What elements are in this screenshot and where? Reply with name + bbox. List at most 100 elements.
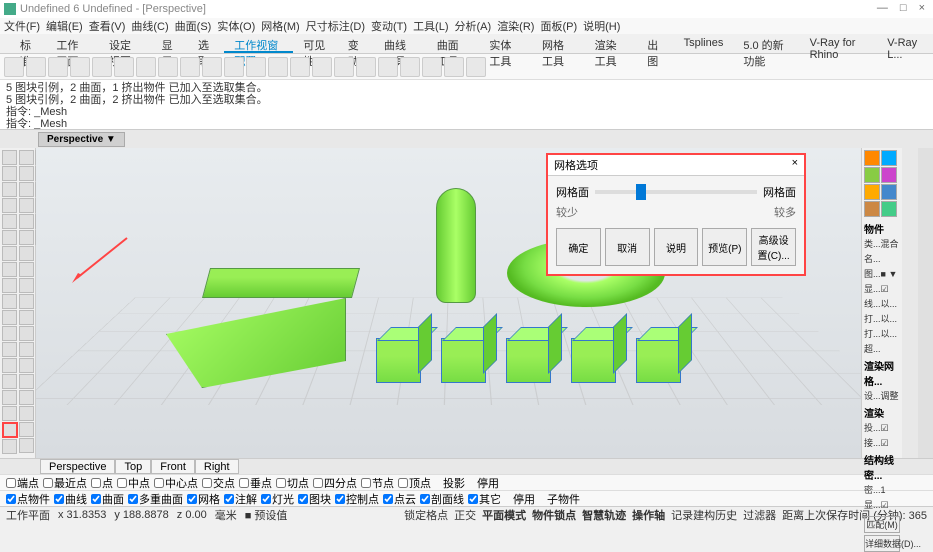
tool-button[interactable]	[19, 422, 34, 437]
osnap-checkbox[interactable]	[91, 494, 101, 504]
cube-object[interactable]	[376, 338, 421, 383]
viewport-tab[interactable]: Perspective	[40, 459, 115, 474]
osnap-checkbox[interactable]	[224, 494, 234, 504]
tool-icon[interactable]	[400, 57, 420, 77]
toolbar-tab[interactable]: V-Ray for Rhino	[800, 34, 878, 53]
osnap-item[interactable]: 端点	[6, 475, 39, 491]
tool-button[interactable]	[19, 310, 34, 325]
property-row[interactable]: 图...■ ▼	[864, 266, 900, 281]
side-tab-1[interactable]	[902, 148, 918, 458]
toolbar-tab[interactable]: 曲线工具	[374, 34, 427, 53]
box-object[interactable]	[202, 268, 360, 298]
minimize-button[interactable]: —	[877, 2, 888, 14]
tool-icon[interactable]	[202, 57, 222, 77]
tool-button[interactable]	[2, 150, 17, 165]
osnap-checkbox[interactable]	[468, 494, 478, 504]
tool-button[interactable]	[19, 182, 34, 197]
property-row[interactable]: 打...以...	[864, 311, 900, 326]
cube-object[interactable]	[571, 338, 616, 383]
property-row[interactable]: 显...☑	[864, 497, 900, 512]
menu-item[interactable]: 分析(A)	[455, 18, 492, 34]
osnap-item[interactable]: 点云	[383, 491, 416, 507]
toolbar-tab[interactable]: 设定视图	[99, 34, 152, 53]
menu-item[interactable]: 文件(F)	[4, 18, 40, 34]
tool-button[interactable]	[2, 262, 17, 277]
tool-button[interactable]	[19, 166, 34, 181]
tool-button[interactable]	[2, 246, 17, 261]
osnap-item[interactable]: 最近点	[43, 475, 87, 491]
details-button[interactable]: 详细数据(D)...	[864, 535, 900, 552]
toolbar-tab[interactable]: 选取	[188, 34, 224, 53]
osnap-checkbox[interactable]	[117, 478, 127, 488]
tool-button[interactable]	[2, 310, 17, 325]
menu-item[interactable]: 面板(P)	[540, 18, 577, 34]
osnap-extra[interactable]: 停用	[513, 491, 535, 507]
toolbar-tab[interactable]: 实体工具	[479, 34, 532, 53]
tool-button[interactable]	[2, 439, 17, 454]
dialog-button[interactable]: 预览(P)	[702, 228, 747, 266]
osnap-checkbox[interactable]	[276, 478, 286, 488]
tool-icon[interactable]	[114, 57, 134, 77]
close-button[interactable]: ×	[919, 2, 925, 14]
property-row[interactable]: 打...以...	[864, 326, 900, 341]
property-row[interactable]: 超...	[864, 341, 900, 356]
panel-icon[interactable]	[864, 201, 880, 217]
osnap-item[interactable]: 曲面	[91, 491, 124, 507]
osnap-item[interactable]: 四分点	[313, 475, 357, 491]
osnap-item[interactable]: 网格	[187, 491, 220, 507]
property-row[interactable]: 显...☑	[864, 281, 900, 296]
osnap-item[interactable]: 图块	[298, 491, 331, 507]
maximize-button[interactable]: □	[900, 2, 907, 14]
dialog-close-icon[interactable]: ×	[792, 157, 798, 173]
tool-icon[interactable]	[422, 57, 442, 77]
tool-button[interactable]	[2, 230, 17, 245]
osnap-checkbox[interactable]	[91, 478, 101, 488]
tool-button[interactable]	[19, 358, 34, 373]
osnap-extra[interactable]: 子物件	[547, 491, 580, 507]
tool-button[interactable]	[2, 358, 17, 373]
tool-button[interactable]	[19, 198, 34, 213]
tool-button[interactable]	[2, 390, 17, 405]
osnap-extra[interactable]: 停用	[477, 475, 499, 491]
toolbar-tab[interactable]: 工作平面	[46, 34, 99, 53]
tool-icon[interactable]	[26, 57, 46, 77]
tool-icon[interactable]	[136, 57, 156, 77]
toolbar-tab[interactable]: 变动	[338, 34, 374, 53]
viewport-tab[interactable]: Perspective ▼	[38, 132, 125, 147]
cylinder-object[interactable]	[436, 188, 476, 303]
toolbar-tab[interactable]: 显示	[152, 34, 188, 53]
status-toggle[interactable]: 距离上次保存时间 (分钟): 365	[782, 507, 927, 523]
osnap-item[interactable]: 垂点	[239, 475, 272, 491]
property-row[interactable]: 密...1	[864, 482, 900, 497]
property-row[interactable]: 类...混合	[864, 236, 900, 251]
osnap-checkbox[interactable]	[261, 494, 271, 504]
tool-icon[interactable]	[356, 57, 376, 77]
osnap-item[interactable]: 中点	[117, 475, 150, 491]
panel-icon[interactable]	[864, 167, 880, 183]
viewport-tab[interactable]: Top	[115, 459, 151, 474]
dialog-button[interactable]: 说明	[654, 228, 699, 266]
panel-icon[interactable]	[864, 184, 880, 200]
menu-item[interactable]: 工具(L)	[413, 18, 448, 34]
tool-icon[interactable]	[466, 57, 486, 77]
tool-button[interactable]	[2, 342, 17, 357]
menu-item[interactable]: 编辑(E)	[46, 18, 83, 34]
tool-icon[interactable]	[4, 57, 24, 77]
tool-button[interactable]	[19, 262, 34, 277]
tool-icon[interactable]	[180, 57, 200, 77]
osnap-item[interactable]: 顶点	[398, 475, 431, 491]
toolbar-tab[interactable]: 5.0 的新功能	[733, 34, 799, 53]
tool-button[interactable]	[2, 422, 18, 438]
osnap-item[interactable]: 切点	[276, 475, 309, 491]
tool-icon[interactable]	[70, 57, 90, 77]
tool-icon[interactable]	[444, 57, 464, 77]
osnap-checkbox[interactable]	[313, 478, 323, 488]
osnap-item[interactable]: 其它	[468, 491, 501, 507]
tool-icon[interactable]	[268, 57, 288, 77]
panel-icon[interactable]	[881, 201, 897, 217]
dialog-button[interactable]: 取消	[605, 228, 650, 266]
property-row[interactable]: 名...	[864, 251, 900, 266]
tool-icon[interactable]	[158, 57, 178, 77]
dialog-button[interactable]: 确定	[556, 228, 601, 266]
osnap-checkbox[interactable]	[398, 478, 408, 488]
